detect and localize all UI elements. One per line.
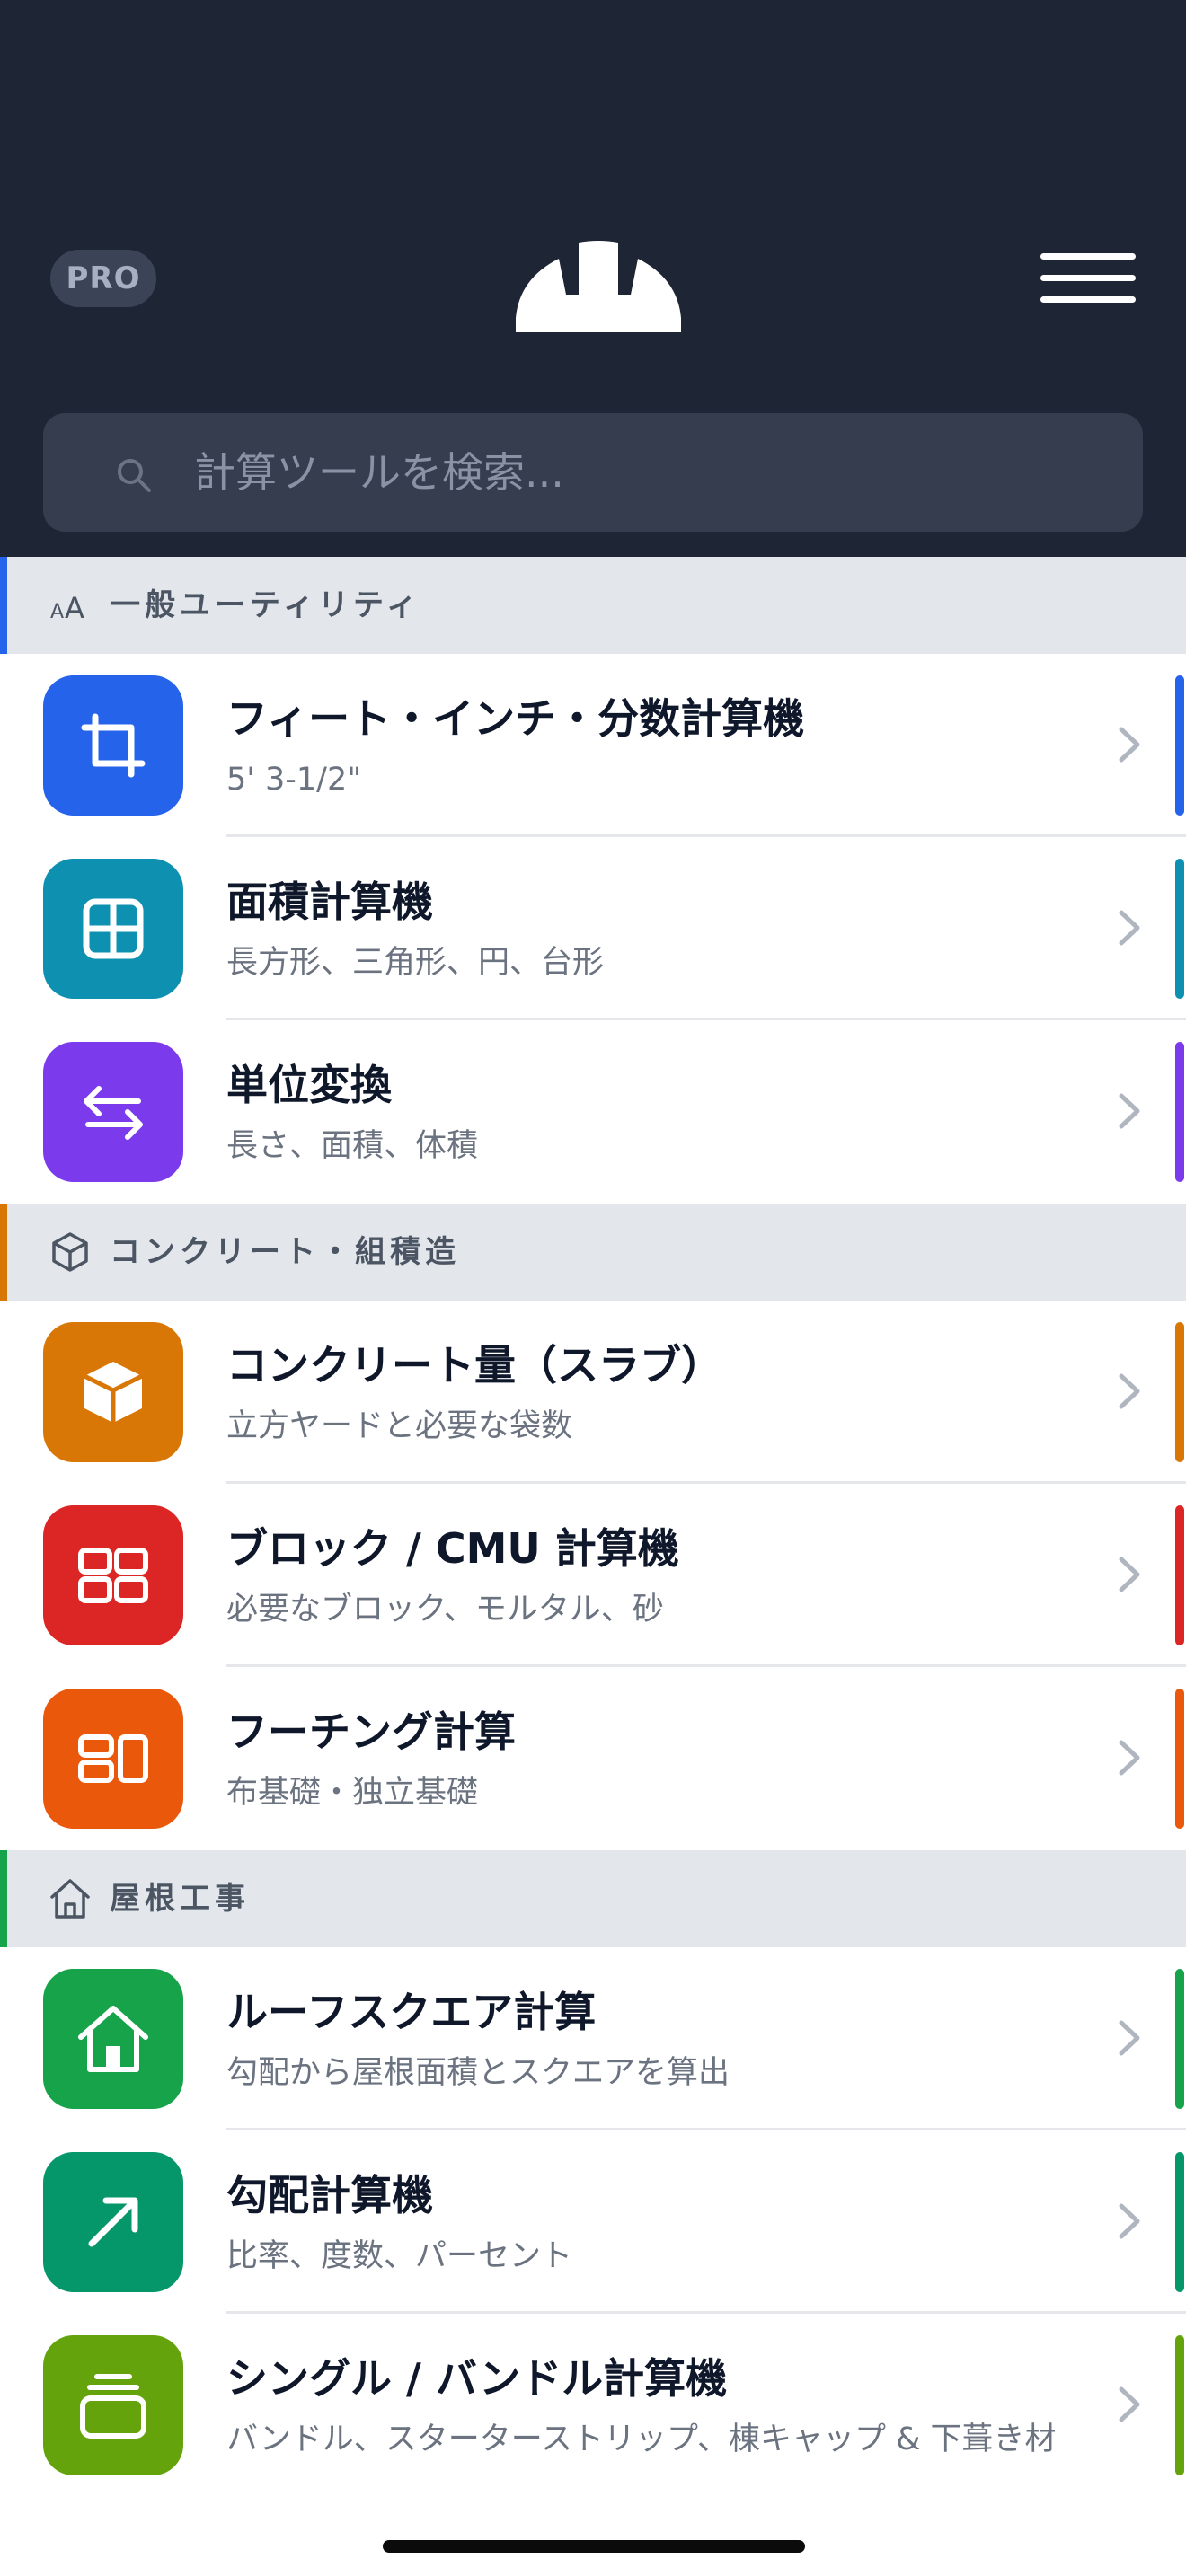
chevron-right-icon — [1119, 727, 1140, 763]
item-subtitle: 長方形、三角形、円、台形 — [226, 945, 605, 981]
item-title: フーチング計算 — [226, 1707, 516, 1756]
cube-icon — [52, 1232, 88, 1272]
list-item-roof-square[interactable]: ルーフスクエア計算 勾配から屋根面積とスクエアを算出 — [0, 1947, 1186, 2130]
grid-icon — [43, 859, 183, 999]
arrow-up-right-icon — [43, 2152, 183, 2292]
section-title: コンクリート・組積造 — [110, 1234, 460, 1270]
box-icon — [43, 1322, 183, 1462]
item-subtitle: 勾配から屋根面積とスクエアを算出 — [226, 2055, 730, 2091]
item-subtitle: バンドル、スターターストリップ、棟キャップ & 下葺き材 — [226, 2422, 1057, 2457]
color-edge — [1175, 1689, 1184, 1829]
section-header-general: A A 一般ユーティリティ — [0, 557, 1186, 654]
svg-text:A: A — [50, 601, 64, 623]
item-subtitle: 必要なブロック、モルタル、砂 — [226, 1592, 664, 1628]
color-edge — [1175, 2152, 1184, 2292]
item-title: 単位変換 — [226, 1061, 392, 1109]
list-item-pitch-calculator[interactable]: 勾配計算機 比率、度数、パーセント — [0, 2130, 1186, 2314]
list-item-footing[interactable]: フーチング計算 布基礎・独立基礎 — [0, 1667, 1186, 1850]
item-subtitle: 比率、度数、パーセント — [226, 2238, 573, 2274]
section-title: 一般ユーティリティ — [110, 587, 421, 623]
item-title: 面積計算機 — [226, 878, 433, 926]
hamburger-menu-icon[interactable] — [1040, 251, 1136, 305]
list-item-feet-inch-calculator[interactable]: フィート・インチ・分数計算機 5' 3-1/2" — [0, 654, 1186, 837]
menu-line — [1040, 253, 1136, 260]
color-edge — [1175, 1969, 1184, 2109]
item-subtitle: 立方ヤードと必要な袋数 — [226, 1408, 573, 1444]
stack-icon — [43, 2335, 183, 2475]
color-edge — [1175, 1322, 1184, 1462]
menu-line — [1040, 296, 1136, 303]
color-edge — [1175, 1042, 1184, 1182]
section-header-roofing: 屋根工事 — [0, 1850, 1186, 1947]
item-title: コンクリート量（スラブ） — [226, 1341, 722, 1389]
search-input[interactable] — [194, 446, 1093, 499]
item-subtitle: 布基礎・独立基礎 — [226, 1775, 479, 1811]
item-title: ブロック / CMU 計算機 — [226, 1524, 679, 1573]
color-edge — [1175, 859, 1184, 999]
color-edge — [1175, 675, 1184, 816]
list-item-concrete-slab[interactable]: コンクリート量（スラブ） 立方ヤードと必要な袋数 — [0, 1301, 1186, 1484]
text-size-icon: A A — [50, 591, 84, 625]
item-title: シングル / バンドル計算機 — [226, 2354, 728, 2403]
svg-text:A: A — [65, 591, 84, 625]
chevron-right-icon — [1119, 1093, 1140, 1129]
hard-hat-icon — [516, 241, 681, 332]
house-icon — [43, 1969, 183, 2109]
menu-line — [1040, 275, 1136, 281]
item-subtitle: 5' 3-1/2" — [226, 762, 362, 798]
chevron-right-icon — [1119, 1373, 1140, 1409]
item-title: フィート・インチ・分数計算機 — [226, 694, 805, 743]
section-accent — [0, 557, 7, 654]
crop-icon — [43, 675, 183, 816]
chevron-right-icon — [1119, 2203, 1140, 2239]
search-bar[interactable] — [43, 413, 1143, 532]
chevron-right-icon — [1119, 2020, 1140, 2056]
search-icon — [118, 459, 151, 492]
chevron-right-icon — [1119, 1740, 1140, 1776]
list-item-shingle-bundle[interactable]: シングル / バンドル計算機 バンドル、スターターストリップ、棟キャップ & 下… — [0, 2314, 1186, 2497]
list-item-unit-conversion[interactable]: 単位変換 長さ、面積、体積 — [0, 1020, 1186, 1204]
chevron-right-icon — [1119, 910, 1140, 946]
item-title: ルーフスクエア計算 — [226, 1988, 597, 2036]
section-header-concrete: コンクリート・組積造 — [0, 1204, 1186, 1301]
chevron-right-icon — [1119, 2386, 1140, 2422]
section-title: 屋根工事 — [110, 1881, 250, 1917]
arrows-exchange-icon — [43, 1042, 183, 1182]
app-header: PRO — [0, 0, 1186, 557]
blocks-icon — [43, 1505, 183, 1645]
section-accent — [0, 1850, 7, 1947]
list-item-block-cmu[interactable]: ブロック / CMU 計算機 必要なブロック、モルタル、砂 — [0, 1484, 1186, 1667]
list-item-area-calculator[interactable]: 面積計算機 長方形、三角形、円、台形 — [0, 837, 1186, 1020]
color-edge — [1175, 1505, 1184, 1645]
house-outline-icon — [50, 1879, 90, 1919]
color-edge — [1175, 2335, 1184, 2475]
item-title: 勾配計算機 — [226, 2171, 433, 2219]
pro-badge[interactable]: PRO — [50, 250, 156, 307]
footing-icon — [43, 1689, 183, 1829]
item-subtitle: 長さ、面積、体積 — [226, 1128, 479, 1164]
home-indicator[interactable] — [383, 2540, 805, 2553]
section-accent — [0, 1204, 7, 1301]
chevron-right-icon — [1119, 1557, 1140, 1592]
